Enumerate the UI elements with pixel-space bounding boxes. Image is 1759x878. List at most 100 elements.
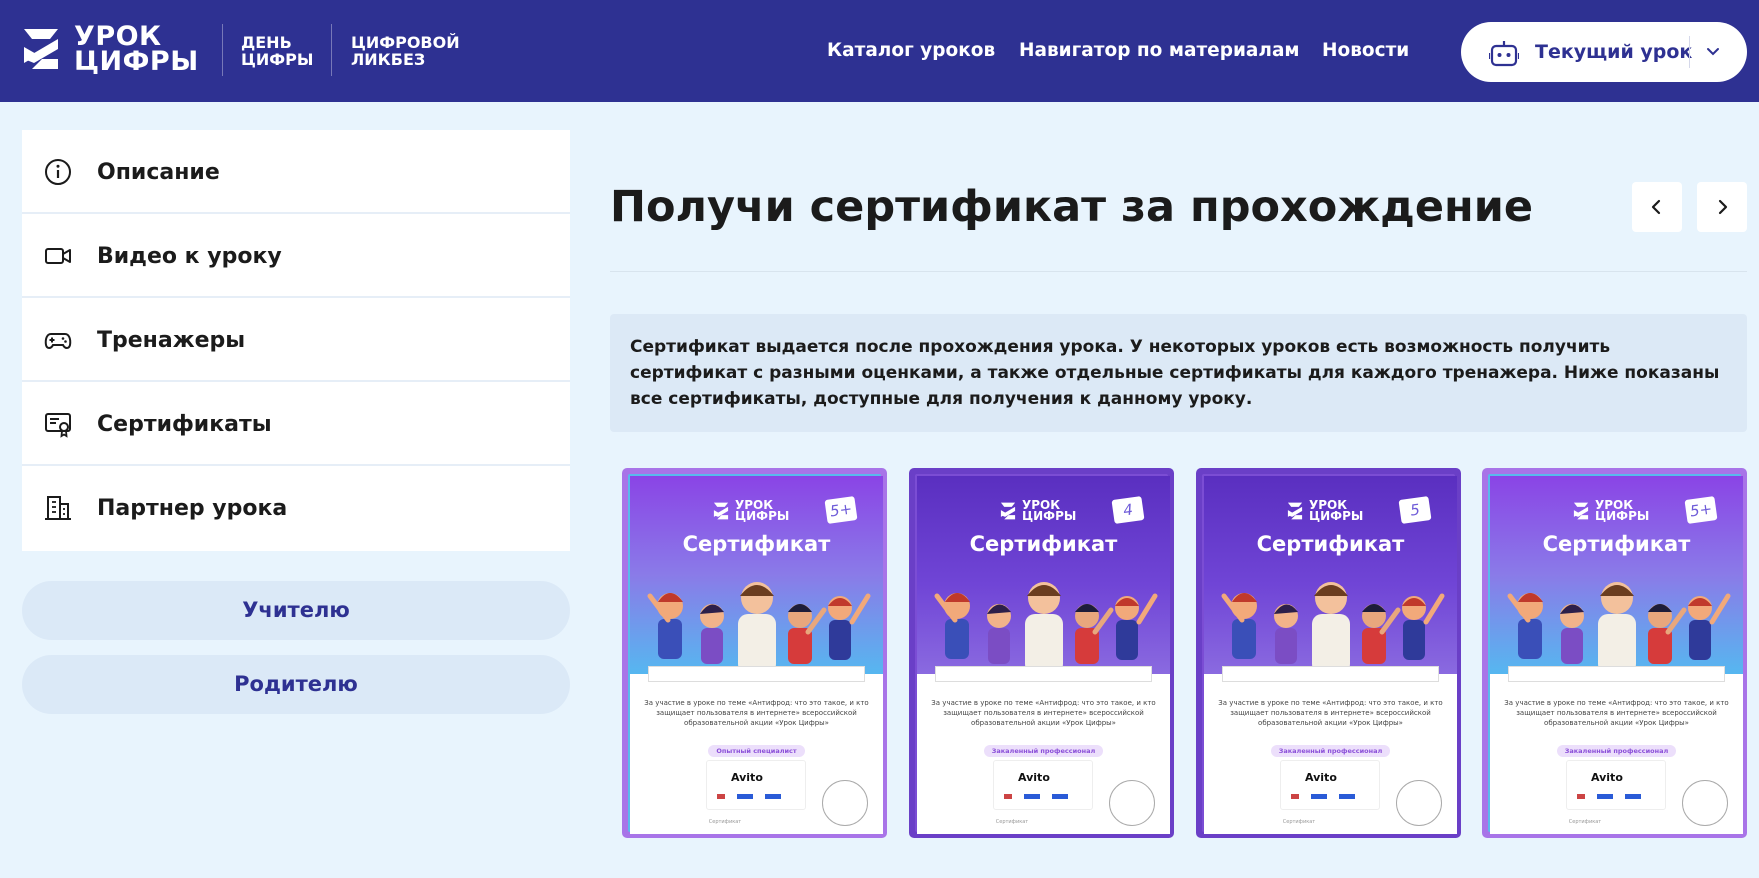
certificate-body: За участие в уроке по теме «Антифрод: чт…: [1490, 666, 1743, 834]
menu-item-certificates[interactable]: Сертификаты: [22, 382, 570, 466]
cifrovoy-likbez-link[interactable]: ЦИФРОВОЙ ЛИКБЕЗ: [351, 34, 460, 68]
building-icon: [45, 496, 71, 520]
certificate-heading: Сертификат: [969, 532, 1118, 556]
organizer-logos: [1291, 794, 1371, 799]
menu-item-trainers[interactable]: Тренажеры: [22, 298, 570, 382]
menu-item-description[interactable]: Описание: [22, 130, 570, 214]
nav-catalog[interactable]: Каталог уроков: [827, 40, 995, 61]
chevron-right-icon: [1718, 199, 1728, 215]
certificate-grade: 4: [1111, 496, 1145, 524]
certificate-banner: УРОК ЦИФРЫ 4 Сертификат: [917, 476, 1170, 674]
certificate-info-box: Сертификат выдается после прохождения ур…: [610, 314, 1747, 432]
certificate-frame: УРОК ЦИФРЫ 4 Сертификат За участие в уро…: [909, 468, 1174, 838]
certificate-partner-block: Avito: [706, 760, 806, 810]
certificate-grade: 5+: [1684, 496, 1718, 524]
certificate-text: За участие в уроке по теме «Антифрод: чт…: [1504, 699, 1729, 727]
certificate-icon: [45, 413, 71, 438]
certificate-badge: Закаленный профессионал: [917, 738, 1170, 757]
certificate-card[interactable]: УРОК ЦИФРЫ 5+ Сертификат За участие в ур…: [1482, 468, 1747, 838]
logo-mark-icon: [24, 29, 58, 69]
menu-label: Описание: [97, 160, 220, 185]
certificate-badge: Закаленный профессионал: [1204, 738, 1457, 757]
certificate-body: За участие в уроке по теме «Антифрод: чт…: [630, 666, 883, 834]
current-lesson-button[interactable]: Текущий урок: [1461, 22, 1747, 82]
top-header: УРОК ЦИФРЫ ДЕНЬ ЦИФРЫ ЦИФРОВОЙ ЛИКБЕЗ Ка…: [0, 0, 1759, 102]
certificate-body: За участие в уроке по теме «Антифрод: чт…: [917, 666, 1170, 834]
teacher-button[interactable]: Учителю: [22, 581, 570, 640]
title-divider: [610, 271, 1747, 272]
cert-logo-line-2: ЦИФРЫ: [1022, 509, 1077, 523]
nav-navigator[interactable]: Навигатор по материалам: [1019, 40, 1300, 61]
menu-item-video[interactable]: Видео к уроку: [22, 214, 570, 298]
kids-illustration: [1507, 582, 1731, 674]
certificate-footer: Сертификат: [708, 819, 742, 825]
lesson-menu: Описание Видео к уроку Тренажеры Сертифи…: [22, 130, 570, 551]
certificate-banner: УРОК ЦИФРЫ 5 Сертификат: [1204, 476, 1457, 674]
avito-logo: Avito: [731, 771, 763, 784]
menu-item-partner[interactable]: Партнер урока: [22, 466, 570, 550]
certificate-name-field: [1222, 666, 1439, 682]
menu-label: Сертификаты: [97, 412, 272, 437]
certificate-footer: Сертификат: [995, 819, 1029, 825]
signature-stamp-icon: [1396, 780, 1442, 826]
certificate-card[interactable]: УРОК ЦИФРЫ 4 Сертификат За участие в уро…: [909, 468, 1174, 838]
avito-logo: Avito: [1018, 771, 1050, 784]
certificate-heading: Сертификат: [1256, 532, 1405, 556]
avito-logo: Avito: [1305, 771, 1337, 784]
certificate-frame: УРОК ЦИФРЫ 5 Сертификат За участие в уро…: [1196, 468, 1461, 838]
certificate-footer: Сертификат: [1282, 819, 1316, 825]
chevron-down-icon[interactable]: [1705, 44, 1721, 60]
logo-line-2: ЦИФРЫ: [74, 46, 199, 77]
den-cifry-link[interactable]: ДЕНЬ ЦИФРЫ: [241, 34, 313, 68]
certificate-heading: Сертификат: [682, 532, 831, 556]
certificate-logo: УРОК ЦИФРЫ: [1286, 499, 1363, 522]
logo-mark-icon: [1287, 502, 1303, 520]
certificate-card[interactable]: УРОК ЦИФРЫ 5 Сертификат За участие в уро…: [1196, 468, 1461, 838]
organizer-logos: [1004, 794, 1084, 799]
chevron-left-icon: [1651, 199, 1661, 215]
certificate-text: За участие в уроке по теме «Антифрод: чт…: [931, 699, 1156, 727]
nav-news[interactable]: Новости: [1322, 40, 1409, 61]
button-separator: [1689, 36, 1690, 68]
menu-label: Видео к уроку: [97, 244, 282, 269]
certificate-grade: 5: [1398, 496, 1432, 524]
certificate-name-field: [1508, 666, 1725, 682]
carousel-next-button[interactable]: [1697, 182, 1747, 232]
den-cifry-line-2: ЦИФРЫ: [241, 50, 314, 69]
current-lesson-label: Текущий урок: [1535, 41, 1693, 63]
robot-icon: [1489, 41, 1519, 67]
certificate-inner: УРОК ЦИФРЫ 4 Сертификат За участие в уро…: [915, 474, 1170, 834]
avito-logo: Avito: [1591, 771, 1623, 784]
menu-label: Тренажеры: [97, 328, 246, 353]
certificate-partner-block: Avito: [1280, 760, 1380, 810]
certificate-heading: Сертификат: [1542, 532, 1691, 556]
certificate-logo: УРОК ЦИФРЫ: [999, 499, 1077, 523]
parent-button[interactable]: Родителю: [22, 655, 570, 714]
certificate-frame: УРОК ЦИФРЫ 5+ Сертификат За участие в ур…: [622, 468, 887, 838]
certificate-logo: УРОК ЦИФРЫ: [1572, 499, 1649, 522]
certificate-partner-block: Avito: [993, 760, 1093, 810]
certificate-inner: УРОК ЦИФРЫ 5 Сертификат За участие в уро…: [1202, 474, 1457, 834]
certificate-grade: 5+: [824, 496, 858, 524]
logo-mark-icon: [1573, 502, 1589, 520]
certificate-text: За участие в уроке по теме «Антифрод: чт…: [644, 699, 869, 727]
certificate-banner: УРОК ЦИФРЫ 5+ Сертификат: [630, 476, 883, 674]
certificate-badge: Опытный специалист: [630, 738, 883, 757]
header-divider: [331, 24, 332, 76]
certificate-logo: УРОК ЦИФРЫ: [712, 499, 789, 522]
certificate-inner: УРОК ЦИФРЫ 5+ Сертификат За участие в ур…: [628, 474, 883, 834]
carousel-prev-button[interactable]: [1632, 182, 1682, 232]
certificate-card[interactable]: УРОК ЦИФРЫ 5+ Сертификат За участие в ур…: [622, 468, 887, 838]
certificate-frame: УРОК ЦИФРЫ 5+ Сертификат За участие в ур…: [1482, 468, 1747, 838]
urok-cifry-logo[interactable]: УРОК ЦИФРЫ: [20, 23, 199, 77]
video-camera-icon: [45, 248, 71, 264]
likbez-line-1: ЦИФРОВОЙ: [351, 33, 460, 52]
den-cifry-line-1: ДЕНЬ: [241, 33, 292, 52]
signature-stamp-icon: [1109, 780, 1155, 826]
page-title: Получи сертификат за прохождение: [610, 182, 1534, 232]
likbez-line-2: ЛИКБЕЗ: [351, 50, 426, 69]
kids-illustration: [1221, 582, 1445, 674]
organizer-logos: [1577, 794, 1657, 799]
certificate-footer: Сертификат: [1568, 819, 1602, 825]
certificate-name-field: [648, 666, 865, 682]
